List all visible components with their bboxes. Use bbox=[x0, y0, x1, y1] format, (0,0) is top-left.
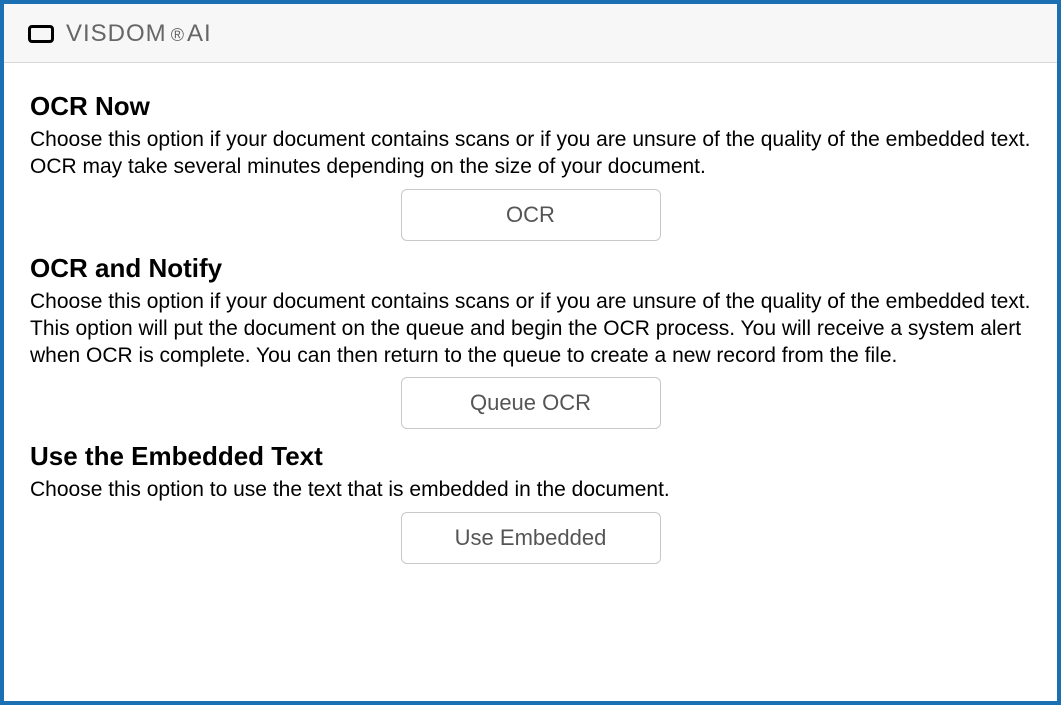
use-embedded-desc: Choose this option to use the text that … bbox=[30, 476, 1031, 503]
dialog-content: OCR Now Choose this option if your docum… bbox=[4, 63, 1057, 701]
section-ocr-now: OCR Now Choose this option if your docum… bbox=[30, 91, 1031, 241]
section-ocr-notify: OCR and Notify Choose this option if you… bbox=[30, 253, 1031, 430]
ocr-notify-button-row: Queue OCR bbox=[30, 377, 1031, 429]
ocr-now-desc: Choose this option if your document cont… bbox=[30, 126, 1031, 181]
use-embedded-title: Use the Embedded Text bbox=[30, 441, 1031, 472]
ocr-notify-desc: Choose this option if your document cont… bbox=[30, 288, 1031, 370]
ocr-notify-title: OCR and Notify bbox=[30, 253, 1031, 284]
registered-mark: ® bbox=[171, 25, 185, 46]
queue-ocr-button[interactable]: Queue OCR bbox=[401, 377, 661, 429]
brand-suffix: AI bbox=[187, 20, 212, 48]
ocr-now-button-row: OCR bbox=[30, 189, 1031, 241]
titlebar: VISDOM ® AI bbox=[4, 4, 1057, 63]
use-embedded-button[interactable]: Use Embedded bbox=[401, 512, 661, 564]
section-use-embedded: Use the Embedded Text Choose this option… bbox=[30, 441, 1031, 563]
use-embedded-button-row: Use Embedded bbox=[30, 512, 1031, 564]
brand-name: VISDOM bbox=[66, 20, 167, 48]
window-icon bbox=[28, 25, 54, 43]
dialog-title: VISDOM ® AI bbox=[66, 20, 212, 48]
ocr-now-title: OCR Now bbox=[30, 91, 1031, 122]
ocr-button[interactable]: OCR bbox=[401, 189, 661, 241]
dialog-window: VISDOM ® AI OCR Now Choose this option i… bbox=[0, 0, 1061, 705]
